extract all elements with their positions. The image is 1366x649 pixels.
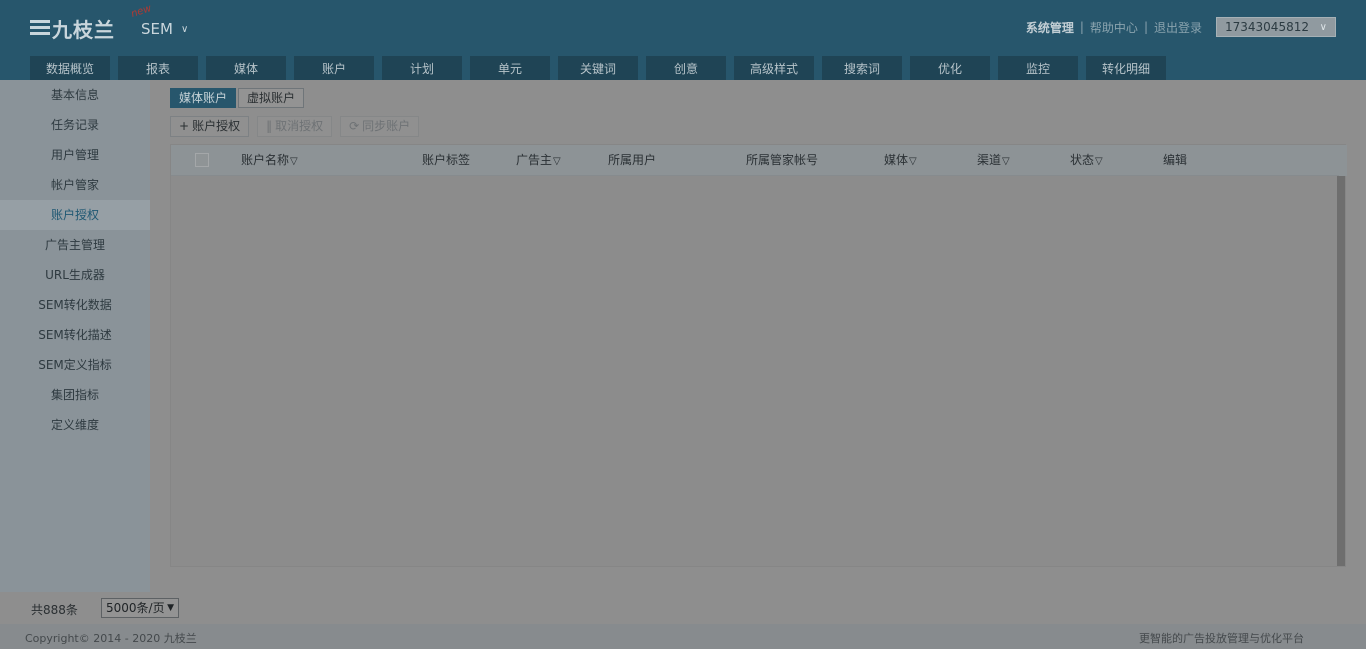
product-switcher[interactable]: new SEM ∨: [130, 3, 189, 38]
column-channel[interactable]: 渠道▽: [977, 145, 1010, 176]
nav-item-conversion-detail[interactable]: 转化明细: [1086, 56, 1166, 80]
nav-item-unit[interactable]: 单元: [470, 56, 550, 80]
nav-item-advanced-style[interactable]: 高级样式: [734, 56, 814, 80]
accounts-table: 账户名称▽ 账户标签 广告主▽ 所属用户 所属管家帐号 媒体▽ 渠道▽ 状态▽: [170, 144, 1347, 567]
chevron-down-icon: ∨: [180, 23, 189, 35]
column-account-tag: 账户标签: [422, 153, 471, 167]
pagination: 共888条 5000条/页 ▼: [0, 592, 1366, 624]
filter-icon[interactable]: ▽: [553, 146, 561, 177]
nav-item-optimize[interactable]: 优化: [910, 56, 990, 80]
sync-account-button[interactable]: ⟳ 同步账户: [340, 116, 420, 137]
sidebar-item-sem-conversion-desc[interactable]: SEM转化描述: [0, 320, 150, 350]
authorize-label: 账户授权: [192, 119, 241, 133]
product-name: SEM: [141, 20, 173, 38]
account-type-tabs: 媒体账户 虚拟账户: [170, 88, 306, 108]
table-header: 账户名称▽ 账户标签 广告主▽ 所属用户 所属管家帐号 媒体▽ 渠道▽ 状态▽: [171, 145, 1347, 176]
cancel-auth-button[interactable]: ‖ 取消授权: [257, 116, 333, 137]
filter-icon[interactable]: ▽: [290, 146, 298, 177]
tab-media-account[interactable]: 媒体账户: [170, 88, 237, 108]
nav-item-account[interactable]: 账户: [294, 56, 374, 80]
nav-item-report[interactable]: 报表: [118, 56, 198, 80]
plus-icon: +: [179, 119, 190, 133]
sidebar-item-task-log[interactable]: 任务记录: [0, 110, 150, 140]
account-select[interactable]: 17343045812 ∨: [1216, 17, 1336, 37]
nav-item-plan[interactable]: 计划: [382, 56, 462, 80]
sidebar-item-user-manage[interactable]: 用户管理: [0, 140, 150, 170]
logout-link[interactable]: 退出登录: [1148, 19, 1208, 36]
page-size-value: 5000条/页: [106, 601, 165, 615]
footer: Copyright© 2014 - 2020 九枝兰 更智能的广告投放管理与优化…: [0, 624, 1366, 649]
main-content: 媒体账户 虚拟账户 + 账户授权 ‖ 取消授权 ⟳ 同步账户 账户名称▽ 账户标…: [150, 80, 1366, 592]
sidebar-item-account-auth[interactable]: 账户授权: [0, 200, 150, 230]
sidebar-item-url-generator[interactable]: URL生成器: [0, 260, 150, 290]
select-all-checkbox[interactable]: [195, 153, 209, 167]
scrollbar-corner: [1339, 145, 1347, 176]
slogan: 更智能的广告投放管理与优化平台: [1139, 632, 1304, 645]
copyright: Copyright© 2014 - 2020 九枝兰: [25, 632, 197, 645]
main-nav: 数据概览 报表 媒体 账户 计划 单元 关键词 创意 高级样式 搜索词 优化 监…: [30, 56, 1174, 80]
nav-item-search-term[interactable]: 搜索词: [822, 56, 902, 80]
vertical-scrollbar[interactable]: [1337, 176, 1345, 566]
logo-text: 九枝兰: [52, 17, 115, 42]
sidebar-item-basic-info[interactable]: 基本信息: [0, 80, 150, 110]
sidebar-item-advertiser-manage[interactable]: 广告主管理: [0, 230, 150, 260]
system-manage-link[interactable]: 系统管理: [1020, 19, 1080, 36]
column-owner-user: 所属用户: [608, 153, 657, 167]
tab-virtual-account[interactable]: 虚拟账户: [238, 88, 305, 108]
nav-item-keyword[interactable]: 关键词: [558, 56, 638, 80]
top-links: 系统管理 | 帮助中心 | 退出登录 17343045812 ∨: [1020, 17, 1336, 37]
sidebar-item-account-butler[interactable]: 帐户管家: [0, 170, 150, 200]
logo-mark-icon: [30, 18, 50, 38]
nav-item-media[interactable]: 媒体: [206, 56, 286, 80]
new-tag: new: [129, 3, 153, 20]
page-size-select[interactable]: 5000条/页 ▼: [101, 598, 179, 618]
column-status[interactable]: 状态▽: [1070, 145, 1103, 176]
account-value: 17343045812: [1225, 20, 1309, 34]
column-edit: 编辑: [1163, 153, 1188, 167]
total-count: 共888条: [31, 603, 78, 617]
sync-label: 同步账户: [362, 119, 411, 133]
sidebar-item-sem-conversion-data[interactable]: SEM转化数据: [0, 290, 150, 320]
sidebar-item-custom-dimension[interactable]: 定义维度: [0, 410, 150, 440]
column-advertiser[interactable]: 广告主▽: [516, 145, 561, 176]
authorize-account-button[interactable]: + 账户授权: [170, 116, 250, 137]
chevron-down-icon: ∨: [1319, 21, 1327, 33]
cancel-label: 取消授权: [275, 119, 324, 133]
toolbar: + 账户授权 ‖ 取消授权 ⟳ 同步账户: [170, 116, 427, 137]
logo[interactable]: 九枝兰: [30, 14, 115, 42]
column-butler-account: 所属管家帐号: [746, 153, 819, 167]
nav-item-creative[interactable]: 创意: [646, 56, 726, 80]
refresh-icon: ⟳: [349, 119, 360, 133]
caret-down-icon: ▼: [167, 603, 174, 613]
filter-icon[interactable]: ▽: [909, 146, 917, 177]
nav-item-overview[interactable]: 数据概览: [30, 56, 110, 80]
help-center-link[interactable]: 帮助中心: [1084, 19, 1144, 36]
nav-item-monitor[interactable]: 监控: [998, 56, 1078, 80]
sidebar: 基本信息 任务记录 用户管理 帐户管家 账户授权 广告主管理 URL生成器 SE…: [0, 80, 150, 592]
sidebar-item-group-metric[interactable]: 集团指标: [0, 380, 150, 410]
filter-icon[interactable]: ▽: [1095, 146, 1103, 177]
column-account-name[interactable]: 账户名称▽: [241, 145, 298, 176]
filter-icon[interactable]: ▽: [1002, 146, 1010, 177]
column-media[interactable]: 媒体▽: [884, 145, 917, 176]
sidebar-item-sem-custom-metric[interactable]: SEM定义指标: [0, 350, 150, 380]
header: 九枝兰 new SEM ∨ 系统管理 | 帮助中心 | 退出登录 1734304…: [0, 0, 1366, 80]
pause-icon: ‖: [266, 119, 273, 133]
